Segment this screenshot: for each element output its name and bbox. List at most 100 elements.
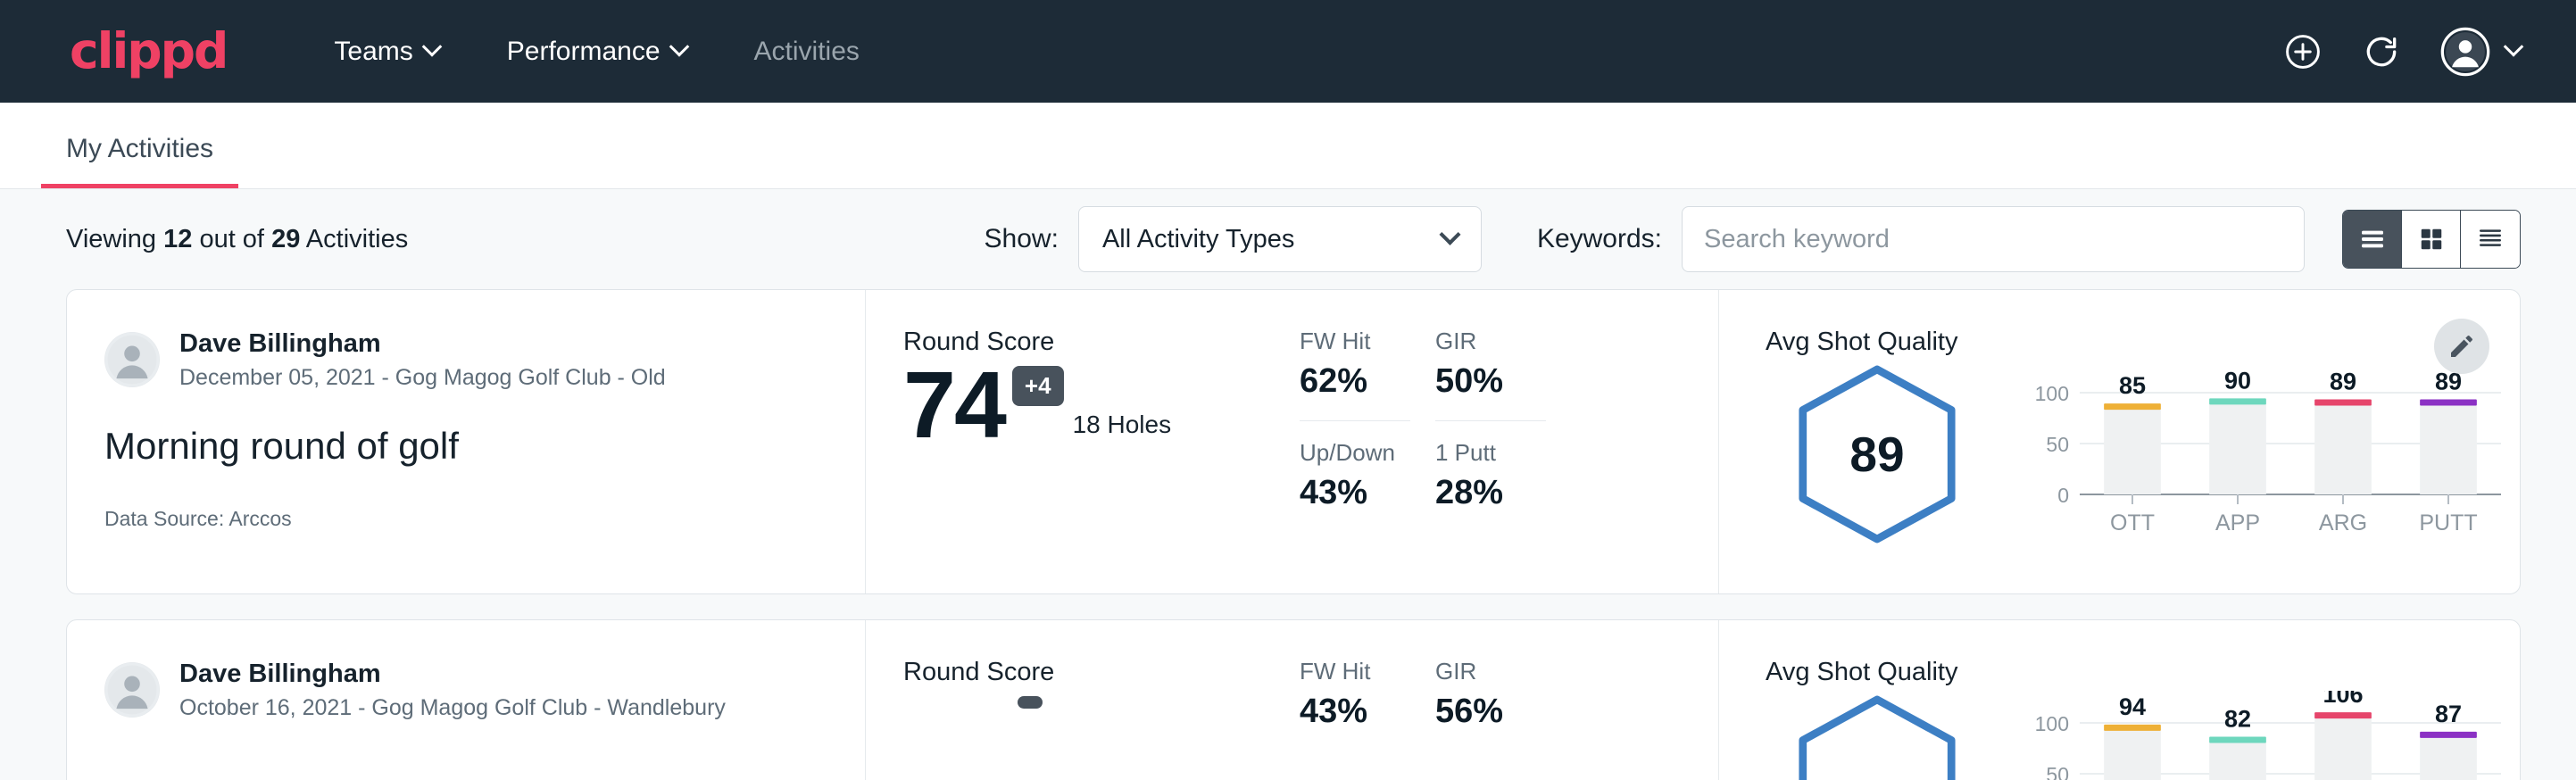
user-menu[interactable] [2440, 27, 2521, 77]
activity-title: Morning round of golf [104, 425, 829, 468]
main-nav-links: Teams Performance Activities [334, 37, 859, 67]
nav-item-performance-label: Performance [507, 37, 661, 67]
compact-view-icon [2476, 225, 2505, 253]
svg-text:50: 50 [2046, 763, 2069, 780]
activity-info-column: Dave Billingham December 05, 2021 - Gog … [67, 290, 866, 593]
svg-text:ARG: ARG [2319, 510, 2367, 535]
svg-text:100: 100 [2035, 382, 2069, 405]
svg-text:APP: APP [2215, 510, 2260, 535]
stat-value-gir: 50% [1435, 362, 1571, 401]
nav-item-teams-label: Teams [334, 37, 412, 67]
svg-text:106: 106 [2323, 691, 2363, 708]
view-mode-toggle-group [2342, 210, 2521, 269]
list-view-icon [2358, 225, 2387, 253]
view-mode-list-button[interactable] [2343, 211, 2402, 268]
round-score-label: Round Score [903, 658, 1300, 687]
avg-shot-quality-value [1766, 691, 1989, 780]
clippd-logo[interactable]: clippd [70, 27, 227, 76]
tab-my-activities-label: My Activities [66, 134, 213, 163]
stat-label-up-down: Up/Down [1300, 439, 1435, 467]
top-nav-actions [2283, 27, 2521, 77]
round-score-column: Round Score [866, 620, 1300, 780]
round-score-column: Round Score 74 +4 18 Holes [866, 290, 1300, 593]
score-delta-badge: +4 [1012, 366, 1064, 406]
stat-column-left: FW Hit 62% Up/Down 43% [1300, 328, 1435, 593]
pencil-icon [2447, 332, 2476, 361]
viewing-total: 29 [271, 225, 300, 253]
svg-text:0: 0 [2057, 484, 2069, 507]
activity-info-column: Dave Billingham October 16, 2021 - Gog M… [67, 620, 866, 780]
svg-text:100: 100 [2035, 712, 2069, 735]
view-mode-compact-button[interactable] [2461, 211, 2520, 268]
stat-label-fw-hit: FW Hit [1300, 328, 1435, 355]
svg-text:OTT: OTT [2110, 510, 2155, 535]
activity-card-list: Dave Billingham December 05, 2021 - Gog … [0, 289, 2576, 780]
activity-type-select[interactable]: All Activity Types [1078, 206, 1482, 272]
avatar [104, 332, 160, 387]
edit-activity-button[interactable] [2434, 319, 2489, 374]
grid-view-icon [2418, 226, 2445, 253]
avg-shot-quality-value: 89 [1766, 361, 1989, 548]
stat-value-up-down: 43% [1300, 474, 1435, 512]
nav-item-activities[interactable]: Activities [754, 37, 860, 67]
viewing-count-text: Viewing 12 out of 29 Activities [66, 225, 408, 254]
avg-shot-quality-hexagon [1766, 691, 1989, 780]
round-score-value-row [903, 693, 1300, 709]
stat-label-gir: GIR [1435, 328, 1571, 355]
round-score-value-row: 74 +4 18 Holes [903, 362, 1300, 450]
stat-value-fw-hit: 62% [1300, 362, 1435, 401]
viewing-prefix: Viewing [66, 225, 156, 253]
svg-text:82: 82 [2224, 706, 2251, 733]
avatar [104, 662, 160, 718]
nav-item-activities-label: Activities [754, 37, 860, 67]
stat-label-1-putt: 1 Putt [1435, 439, 1571, 467]
refresh-icon[interactable] [2362, 32, 2401, 71]
stat-divider [1435, 420, 1546, 421]
avg-shot-quality-column: Avg Shot Quality 89 05010085OTT90APP89AR… [1719, 290, 2520, 593]
stat-divider [1300, 420, 1410, 421]
player-name: Dave Billingham [179, 658, 726, 690]
holes-played: 18 Holes [1073, 411, 1172, 450]
stat-value-fw-hit: 43% [1300, 693, 1435, 731]
view-mode-grid-button[interactable] [2402, 211, 2461, 268]
show-label: Show: [985, 224, 1059, 254]
search-input[interactable] [1682, 206, 2305, 272]
filter-controls: Show: All Activity Types Keywords: [985, 206, 2521, 272]
stat-label-gir: GIR [1435, 658, 1571, 685]
viewing-suffix: Activities [306, 225, 408, 253]
tab-my-activities[interactable]: My Activities [41, 134, 238, 188]
nav-item-performance[interactable]: Performance [507, 37, 686, 67]
avatar [2440, 27, 2490, 77]
add-activity-button[interactable] [2283, 32, 2323, 71]
page-tab-strip: My Activities [0, 103, 2576, 189]
activity-meta: October 16, 2021 - Gog Magog Golf Club -… [179, 693, 726, 723]
svg-text:87: 87 [2435, 701, 2462, 727]
stat-column-right: GIR 50% 1 Putt 28% [1435, 328, 1571, 593]
stat-column-left: FW Hit 43% [1300, 658, 1435, 780]
avg-shot-quality-body: 89 05010085OTT90APP89ARG89PUTT [1766, 361, 2520, 552]
shot-quality-chart-svg: 05010094OTT82APP106ARG87PUTT [2015, 691, 2515, 780]
svg-text:94: 94 [2119, 693, 2146, 720]
svg-text:PUTT: PUTT [2419, 510, 2477, 535]
chevron-down-icon [1439, 223, 1460, 245]
shot-quality-chart-svg: 05010085OTT90APP89ARG89PUTT [2015, 361, 2515, 548]
chevron-down-icon [2504, 37, 2524, 57]
stat-label-fw-hit: FW Hit [1300, 658, 1435, 685]
keywords-label: Keywords: [1537, 224, 1662, 254]
shot-quality-bar-chart: 05010085OTT90APP89ARG89PUTT [2015, 361, 2515, 552]
round-stats-column: FW Hit 43% GIR 56% [1300, 620, 1719, 780]
activity-card[interactable]: Dave Billingham October 16, 2021 - Gog M… [66, 619, 2521, 780]
activity-meta: December 05, 2021 - Gog Magog Golf Club … [179, 363, 666, 393]
svg-text:50: 50 [2046, 433, 2069, 456]
svg-text:89: 89 [2330, 369, 2356, 395]
round-score-value: 74 [903, 362, 1005, 450]
avg-shot-quality-body: 05010094OTT82APP106ARG87PUTT [1766, 691, 2520, 780]
round-stats-column: FW Hit 62% Up/Down 43% GIR 50% 1 Putt 28… [1300, 290, 1719, 593]
score-delta-badge [1018, 696, 1043, 709]
chevron-down-icon [421, 37, 442, 57]
avg-shot-quality-column: Avg Shot Quality 05010094OTT82APP106ARG8… [1719, 620, 2520, 780]
avg-shot-quality-label: Avg Shot Quality [1766, 658, 2520, 687]
activity-card[interactable]: Dave Billingham December 05, 2021 - Gog … [66, 289, 2521, 594]
viewing-count: 12 [163, 225, 192, 253]
nav-item-teams[interactable]: Teams [334, 37, 438, 67]
